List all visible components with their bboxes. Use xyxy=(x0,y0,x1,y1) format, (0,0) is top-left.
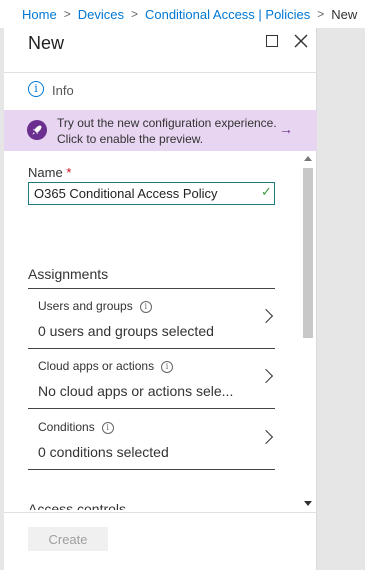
row-title-text: Users and groups xyxy=(38,299,133,313)
access-controls-heading: Access controls xyxy=(28,501,127,510)
row-title: Cloud apps or actions i xyxy=(38,359,174,373)
chevron-right-icon xyxy=(258,368,274,384)
maximize-icon[interactable] xyxy=(266,35,278,47)
info-icon[interactable]: i xyxy=(139,301,152,313)
vertical-scrollbar[interactable] xyxy=(301,154,315,510)
breadcrumb-current: New xyxy=(331,6,358,22)
scrollbar-thumb[interactable] xyxy=(303,168,313,338)
info-icon[interactable]: i xyxy=(161,361,174,373)
row-title: Conditions i xyxy=(38,420,114,434)
form-scroll-area: Name * ✓ Assignments Users and groups i 0… xyxy=(4,152,317,510)
row-title-text: Cloud apps or actions xyxy=(38,359,155,373)
row-divider xyxy=(28,408,275,409)
required-marker: * xyxy=(66,165,72,180)
preview-banner[interactable]: Try out the new configuration experience… xyxy=(4,110,317,151)
policy-name-input[interactable] xyxy=(28,182,275,205)
assignments-heading: Assignments xyxy=(28,266,109,282)
users-and-groups-row[interactable]: Users and groups i 0 users and groups sel… xyxy=(28,289,275,349)
name-field-label: Name * xyxy=(28,165,71,180)
preview-banner-text: Try out the new configuration experience… xyxy=(57,116,277,146)
chevron-right-icon xyxy=(258,429,274,445)
breadcrumb-separator: > xyxy=(63,7,71,21)
row-title-text: Conditions xyxy=(38,420,95,434)
name-field-label-text: Name xyxy=(28,165,63,180)
row-value: 0 conditions selected xyxy=(38,444,169,460)
create-button[interactable]: Create xyxy=(28,527,108,551)
breadcrumb-devices[interactable]: Devices xyxy=(78,7,124,22)
arrow-right-icon: → xyxy=(279,121,293,137)
checkmark-icon: ✓ xyxy=(261,184,272,199)
row-value: 0 users and groups selected xyxy=(38,323,214,339)
breadcrumb-separator: > xyxy=(317,7,325,21)
info-label: Info xyxy=(52,83,74,98)
conditions-row[interactable]: Conditions i 0 conditions selected xyxy=(28,410,275,470)
row-title: Users and groups i xyxy=(38,299,152,313)
breadcrumb-separator: > xyxy=(130,7,138,21)
blade-title: New xyxy=(28,33,65,53)
close-icon[interactable] xyxy=(293,33,309,49)
rocket-icon xyxy=(27,120,47,140)
chevron-right-icon xyxy=(258,308,274,324)
new-policy-blade: New i Info Try out the new configuration… xyxy=(4,28,317,570)
cloud-apps-or-actions-row[interactable]: Cloud apps or actions i No cloud apps or … xyxy=(28,349,275,409)
info-icon[interactable]: i xyxy=(101,422,114,434)
row-divider xyxy=(28,469,275,470)
header-divider xyxy=(4,72,317,73)
footer-divider xyxy=(4,512,317,513)
row-value: No cloud apps or actions sele... xyxy=(38,383,234,399)
breadcrumb: Home > Devices > Conditional Access | Po… xyxy=(0,0,365,28)
info-link[interactable]: i Info xyxy=(4,78,317,104)
breadcrumb-home[interactable]: Home xyxy=(22,7,57,22)
breadcrumb-conditional-access-policies[interactable]: Conditional Access | Policies xyxy=(145,7,310,22)
scroll-up-arrow-icon[interactable] xyxy=(304,156,312,161)
blade-header: New xyxy=(4,28,317,70)
info-icon: i xyxy=(28,81,44,97)
scroll-down-arrow-icon[interactable] xyxy=(304,501,312,506)
